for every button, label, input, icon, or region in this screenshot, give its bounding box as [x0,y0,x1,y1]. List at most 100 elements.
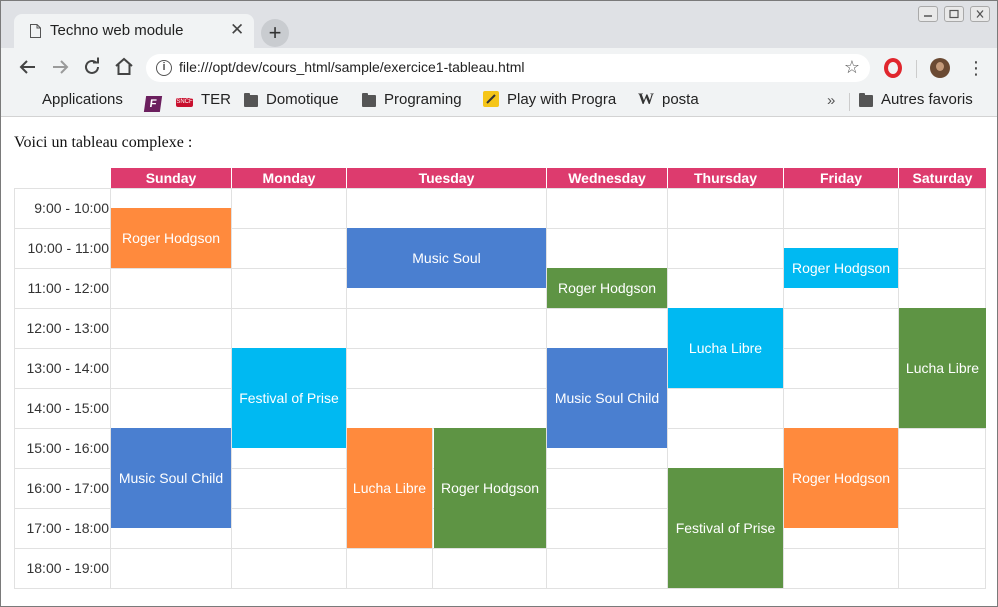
time-label: 12:00 - 13:00 [26,320,109,336]
event-title: Music Soul Child [118,470,224,486]
bookmark-label: Programing [384,91,462,108]
day-header: Friday [783,168,898,188]
bookmark-play-with-progra[interactable]: Play with Progra [483,91,616,109]
folder-icon [362,93,376,107]
bookmark-ter[interactable]: SNCF TER [176,91,231,109]
forward-arrow-icon[interactable] [48,55,72,79]
page-icon [30,24,41,38]
time-label: 13:00 - 14:00 [26,360,109,376]
event-title: Lucha Libre [688,340,763,356]
day-header: Tuesday [346,168,546,188]
event-block[interactable]: Music Soul Child [547,348,667,448]
time-label: 18:00 - 19:00 [26,560,109,576]
time-label: 11:00 - 12:00 [27,280,109,296]
event-block[interactable]: Music Soul Child [111,428,231,528]
close-window-button[interactable] [970,6,990,22]
event-title: Lucha Libre [905,360,980,376]
event-block[interactable]: Festival of Prise [668,468,783,588]
more-bookmarks-icon[interactable]: » [827,92,835,109]
f-logo-icon: F [143,96,163,112]
folder-icon [859,93,873,107]
wikipedia-icon: W [638,91,654,108]
bookmark-autres-favoris[interactable]: Autres favoris [859,91,973,109]
grid-line [14,548,986,549]
bookmark-label: Domotique [266,91,339,108]
event-block[interactable]: Roger Hodgson [434,428,546,548]
time-label: 17:00 - 18:00 [26,520,109,536]
play-icon [483,91,499,107]
sncf-icon: SNCF [176,98,193,107]
event-block[interactable]: Music Soul [347,228,546,288]
new-tab-button[interactable]: + [261,19,289,47]
browser-window: Techno web module ✕ + i file:///opt/dev/… [0,0,998,607]
maximize-button[interactable] [944,6,964,22]
intro-text: Voici un tableau complexe : [14,134,193,151]
event-block[interactable]: Roger Hodgson [547,268,667,308]
bookmark-star-icon[interactable]: ☆ [844,57,860,78]
event-title: Lucha Libre [352,480,427,496]
event-title: Festival of Prise [239,390,339,406]
bookmark-label: TER [201,91,231,108]
event-block[interactable]: Roger Hodgson [784,248,898,288]
day-header: Wednesday [546,168,667,188]
minimize-button[interactable] [918,6,938,22]
grid-line [14,308,986,309]
day-header: Thursday [667,168,783,188]
profile-avatar[interactable] [930,58,950,78]
event-block[interactable]: Roger Hodgson [111,208,231,268]
toolbar-divider [916,60,917,78]
tab-title: Techno web module [50,22,184,39]
day-header: Sunday [110,168,231,188]
event-block[interactable]: Roger Hodgson [784,428,898,528]
day-header: Monday [231,168,346,188]
grid-line [14,188,986,189]
event-title: Roger Hodgson [440,480,540,496]
reload-icon[interactable] [80,55,104,79]
toolbar: i file:///opt/dev/cours_html/sample/exer… [1,48,997,88]
bookmark-label: Autres favoris [881,91,973,108]
event-block[interactable]: Lucha Libre [668,308,783,388]
home-icon[interactable] [112,55,136,79]
event-title: Festival of Prise [675,520,776,536]
event-title: Roger Hodgson [791,470,891,486]
url-text: file:///opt/dev/cours_html/sample/exerci… [179,59,525,75]
grid-line [14,588,986,589]
bookmark-applications[interactable]: Applications [20,91,123,109]
bookmark-programing[interactable]: Programing [362,91,462,109]
day-header: Saturday [898,168,986,188]
bookmarks-bar: Applications F SNCF TER Domotique Program… [1,88,997,117]
time-label: 15:00 - 16:00 [26,440,109,456]
grid-line [14,388,986,389]
apps-grid-icon [20,93,34,107]
bookmark-domotique[interactable]: Domotique [244,91,339,109]
event-title: Roger Hodgson [791,260,891,276]
event-title: Music Soul Child [554,390,660,406]
browser-tab[interactable]: Techno web module ✕ [14,14,254,48]
menu-dots-icon[interactable]: ⋮ [967,57,985,79]
time-label: 16:00 - 17:00 [26,480,109,496]
event-title: Roger Hodgson [557,280,657,296]
info-icon[interactable]: i [156,60,172,76]
time-label: 10:00 - 11:00 [27,240,109,256]
grid-line [14,348,986,349]
back-arrow-icon[interactable] [16,55,40,79]
bookmark-label: Play with Progra [507,91,617,108]
bookmark-label: Applications [42,91,123,108]
page-content: Voici un tableau complexe : Sunday Monday… [1,118,997,606]
bookmark-posta[interactable]: Wposta [638,91,699,109]
bookmark-label: posta [662,91,699,108]
close-tab-icon[interactable]: ✕ [230,21,244,39]
time-label: 14:00 - 15:00 [26,400,109,416]
bookmark-f-logo[interactable]: F [143,91,169,112]
tab-strip: Techno web module ✕ + [1,1,997,48]
event-block[interactable]: Lucha Libre [347,428,432,548]
event-block[interactable]: Lucha Libre [899,308,986,428]
schedule-table: Sunday Monday Tuesday Wednesday Thursday Frid… [14,168,986,589]
address-bar[interactable]: i file:///opt/dev/cours_html/sample/exer… [146,54,870,82]
opera-icon[interactable] [884,58,902,78]
time-label: 9:00 - 10:00 [34,200,109,216]
event-title: Music Soul [412,250,481,266]
grid-line [432,428,433,588]
folder-icon [244,93,258,107]
event-block[interactable]: Festival of Prise [232,348,346,448]
